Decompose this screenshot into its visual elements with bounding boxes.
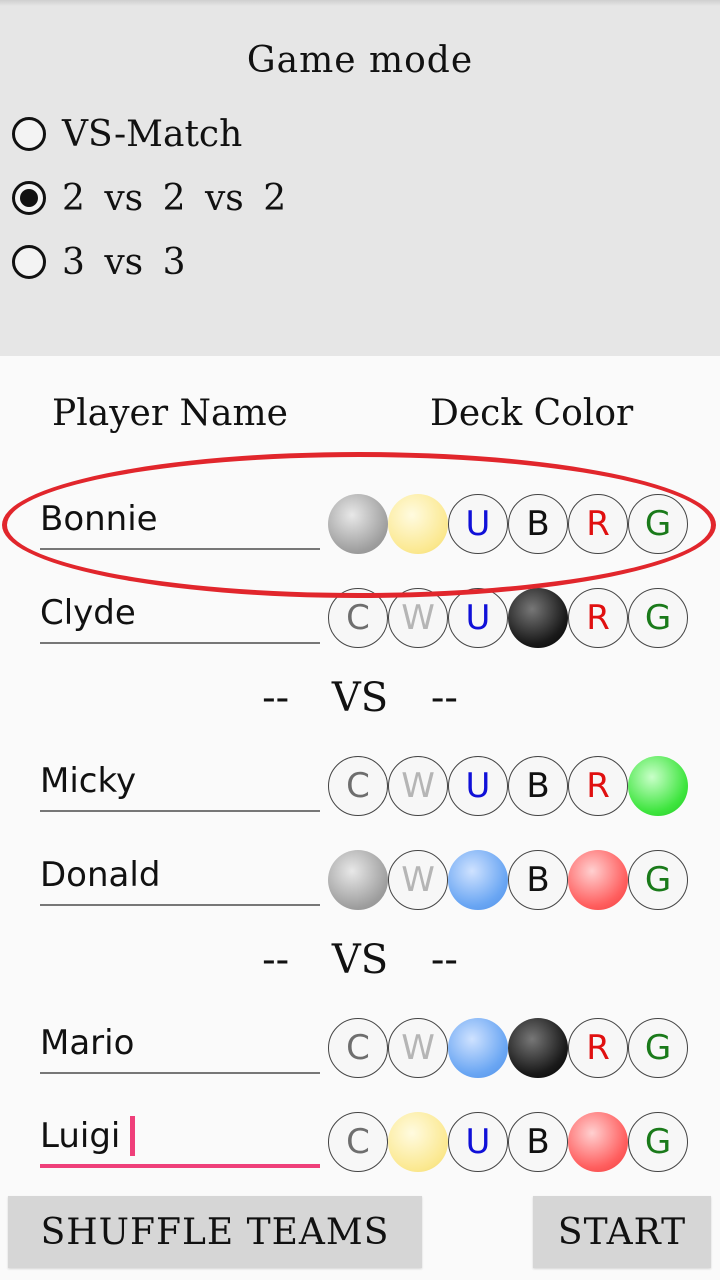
- deck-color-w-button[interactable]: W: [388, 1018, 448, 1078]
- player-row: Bonnie U B R G: [0, 490, 720, 570]
- deck-color-b-button[interactable]: B: [508, 494, 568, 554]
- deck-color-g-button[interactable]: G: [628, 494, 688, 554]
- radio-3vs3[interactable]: 3 vs 3: [12, 234, 186, 290]
- player-row: Mario C W R G: [0, 1014, 720, 1094]
- deck-color-w-button[interactable]: W: [388, 756, 448, 816]
- player-name-text: Luigi: [40, 1116, 121, 1156]
- deck-color-r-button[interactable]: R: [568, 756, 628, 816]
- player-name-input[interactable]: Donald: [40, 846, 320, 906]
- player-name-input[interactable]: Clyde: [40, 584, 320, 644]
- player-name-input[interactable]: Mario: [40, 1014, 320, 1074]
- deck-color-picker: CW RG: [328, 1018, 688, 1078]
- player-name-input[interactable]: Micky: [40, 752, 320, 812]
- deck-color-picker: CUBG: [328, 1112, 688, 1172]
- deck-color-u-selected[interactable]: [448, 1018, 508, 1078]
- deck-color-picker: CWUBR: [328, 756, 688, 816]
- deck-color-r-selected[interactable]: [568, 1112, 628, 1172]
- player-name-text: Micky: [40, 761, 137, 801]
- radio-checked-icon: [12, 181, 46, 215]
- player-row: Clyde C W U R G: [0, 584, 720, 664]
- player-name-input[interactable]: Bonnie: [40, 490, 320, 550]
- deck-color-w-button[interactable]: W: [388, 588, 448, 648]
- player-name-text: Clyde: [40, 593, 136, 633]
- player-name-header: Player Name: [52, 393, 288, 434]
- deck-color-c-button[interactable]: C: [328, 1018, 388, 1078]
- player-name-text: Donald: [40, 855, 161, 895]
- deck-color-c-button[interactable]: C: [328, 1112, 388, 1172]
- shuffle-teams-button[interactable]: SHUFFLE TEAMS: [8, 1196, 422, 1268]
- deck-color-g-selected[interactable]: [628, 756, 688, 816]
- game-mode-title: Game mode: [246, 40, 474, 81]
- deck-color-picker: CWURG: [328, 588, 688, 648]
- deck-color-b-button[interactable]: B: [508, 850, 568, 910]
- radio-circle-icon: [12, 117, 46, 151]
- deck-color-b-button[interactable]: B: [508, 756, 568, 816]
- deck-color-r-button[interactable]: R: [568, 1018, 628, 1078]
- player-row: Donald W B G: [0, 846, 720, 926]
- deck-color-c-button[interactable]: C: [328, 588, 388, 648]
- deck-color-g-button[interactable]: G: [628, 588, 688, 648]
- game-mode-panel: Game mode VS-Match 2 vs 2 vs 2 3 vs 3: [0, 6, 720, 356]
- deck-color-picker: WBG: [328, 850, 688, 910]
- deck-color-u-button[interactable]: U: [448, 756, 508, 816]
- deck-color-b-button[interactable]: B: [508, 1112, 568, 1172]
- deck-color-u-button[interactable]: U: [448, 494, 508, 554]
- deck-color-r-button[interactable]: R: [568, 588, 628, 648]
- deck-color-picker: UBRG: [328, 494, 688, 554]
- radio-circle-icon: [12, 245, 46, 279]
- deck-color-r-button[interactable]: R: [568, 494, 628, 554]
- deck-color-g-button[interactable]: G: [628, 1112, 688, 1172]
- deck-color-header: Deck Color: [430, 393, 634, 434]
- vs-divider: -- VS --: [262, 675, 458, 721]
- deck-color-r-selected[interactable]: [568, 850, 628, 910]
- deck-color-b-selected[interactable]: [508, 588, 568, 648]
- deck-color-g-button[interactable]: G: [628, 1018, 688, 1078]
- player-name-text: Bonnie: [40, 499, 158, 539]
- deck-color-c-selected[interactable]: [328, 494, 388, 554]
- text-cursor: [130, 1116, 136, 1156]
- deck-color-u-button[interactable]: U: [448, 1112, 508, 1172]
- radio-label: 3 vs 3: [62, 241, 186, 283]
- player-name-text: Mario: [40, 1023, 135, 1063]
- deck-color-w-button[interactable]: W: [388, 850, 448, 910]
- radio-label: VS-Match: [62, 113, 243, 155]
- radio-label: 2 vs 2 vs 2: [62, 177, 287, 219]
- deck-color-c-selected[interactable]: [328, 850, 388, 910]
- vs-divider: -- VS --: [262, 937, 458, 983]
- start-button[interactable]: START: [533, 1196, 711, 1268]
- deck-color-c-button[interactable]: C: [328, 756, 388, 816]
- deck-color-u-button[interactable]: U: [448, 588, 508, 648]
- deck-color-u-selected[interactable]: [448, 850, 508, 910]
- deck-color-w-selected[interactable]: [388, 494, 448, 554]
- player-row: Micky C W U B R: [0, 752, 720, 832]
- player-row: Luigi C U B G: [0, 1108, 720, 1188]
- deck-color-w-selected[interactable]: [388, 1112, 448, 1172]
- deck-color-g-button[interactable]: G: [628, 850, 688, 910]
- player-name-input[interactable]: Luigi: [40, 1108, 320, 1168]
- radio-2vs2vs2[interactable]: 2 vs 2 vs 2: [12, 170, 286, 226]
- radio-vs-match[interactable]: VS-Match: [12, 106, 242, 162]
- deck-color-b-selected[interactable]: [508, 1018, 568, 1078]
